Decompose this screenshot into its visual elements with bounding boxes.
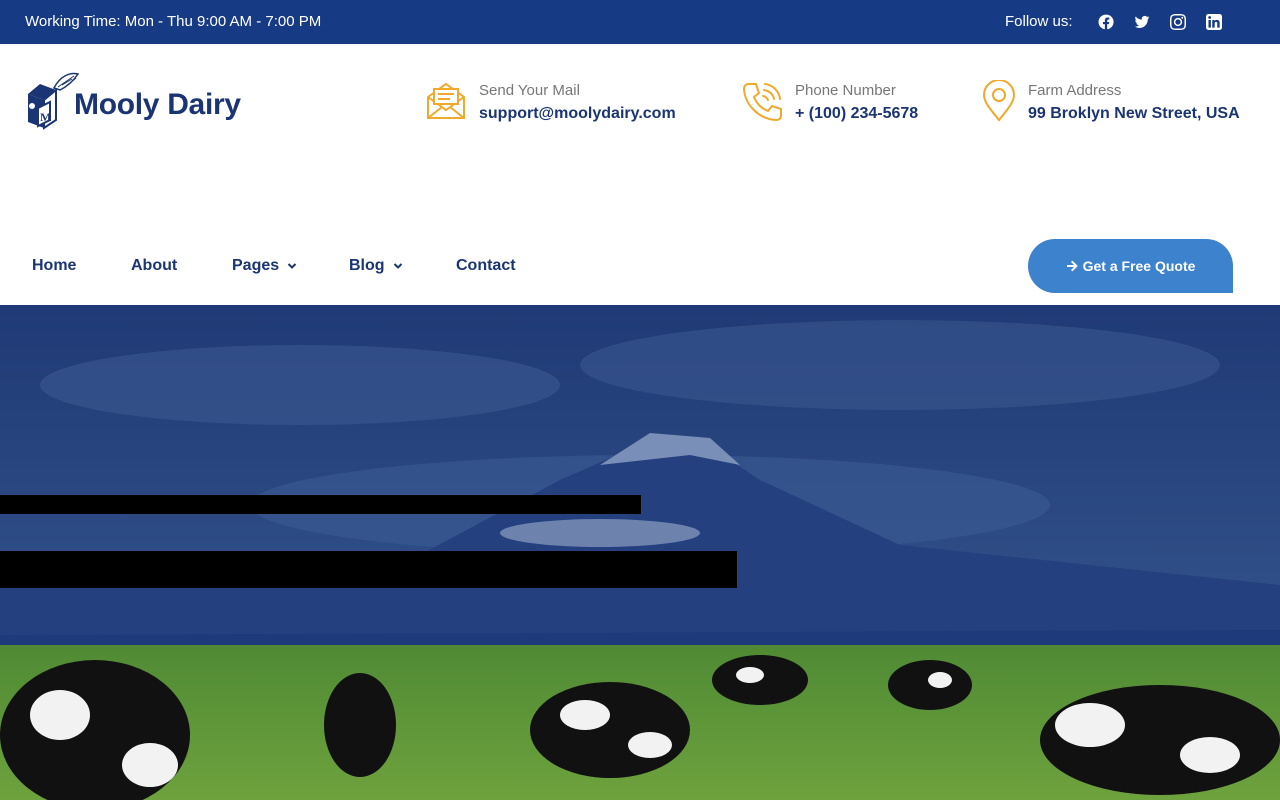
nav-about[interactable]: About (131, 257, 177, 275)
phone-icon (741, 80, 783, 122)
twitter-icon[interactable] (1133, 13, 1151, 31)
svg-text:M: M (40, 110, 51, 124)
nav-blog-label: Blog (349, 257, 385, 274)
location-pin-icon (978, 79, 1016, 122)
follow-us-label: Follow us: (1005, 13, 1073, 30)
mail-label: Send Your Mail (479, 82, 580, 99)
nav-home[interactable]: Home (32, 257, 76, 275)
main-nav: Home About Pages Blog Contact Get a Free… (0, 160, 1280, 305)
milk-carton-logo-icon: M (28, 72, 80, 130)
logo[interactable]: M Mooly Dairy (24, 70, 241, 132)
mail-value[interactable]: support@moolydairy.com (479, 105, 676, 123)
instagram-icon[interactable] (1169, 13, 1187, 31)
nav-contact-label: Contact (456, 257, 516, 274)
hero-banner (0, 305, 1280, 800)
get-quote-label: Get a Free Quote (1082, 258, 1196, 274)
chevron-down-icon (393, 263, 402, 269)
arrow-right-icon (1066, 260, 1078, 272)
nav-about-label: About (131, 257, 178, 274)
nav-home-label: Home (32, 257, 77, 274)
redacted-heading-line (0, 551, 737, 588)
working-time: Working Time: Mon - Thu 9:00 AM - 7:00 P… (25, 13, 322, 30)
brand-name: Mooly Dairy (74, 88, 241, 121)
top-bar: Working Time: Mon - Thu 9:00 AM - 7:00 P… (0, 0, 1280, 44)
nav-blog[interactable]: Blog (349, 257, 403, 275)
envelope-icon (425, 80, 467, 122)
phone-info: Phone Number + (100) 234-5678 (741, 80, 918, 123)
site-header: M Mooly Dairy Send Your Mail support@moo… (0, 44, 1280, 161)
get-quote-button[interactable]: Get a Free Quote (1028, 239, 1233, 293)
linkedin-icon[interactable] (1205, 13, 1223, 31)
address-label: Farm Address (1028, 82, 1122, 99)
chevron-down-icon (287, 263, 297, 269)
facebook-icon[interactable] (1097, 13, 1115, 31)
nav-contact[interactable]: Contact (456, 257, 516, 275)
redacted-heading-line (0, 495, 641, 514)
nav-pages[interactable]: Pages (232, 257, 297, 275)
phone-label: Phone Number (795, 82, 896, 99)
address-info: Farm Address 99 Broklyn New Street, USA (978, 79, 1240, 123)
mail-info: Send Your Mail support@moolydairy.com (425, 80, 676, 123)
address-value: 99 Broklyn New Street, USA (1028, 105, 1240, 122)
nav-pages-label: Pages (232, 257, 280, 274)
phone-value[interactable]: + (100) 234-5678 (795, 105, 918, 123)
